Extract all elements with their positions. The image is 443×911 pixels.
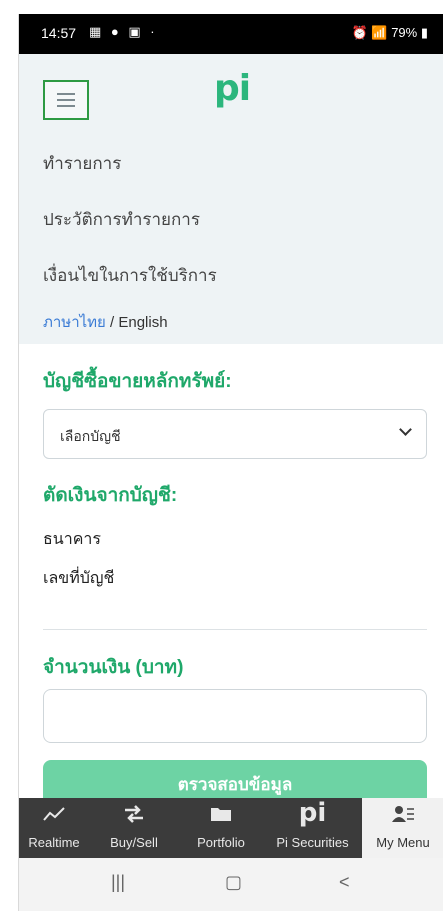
- language-separator: /: [105, 314, 119, 331]
- status-bar: 14:57 ▦ ● ▣ · ⏰ 📶 79% ▮: [19, 14, 443, 54]
- signal-icon: 📶: [371, 25, 388, 40]
- bank-label: ธนาคาร: [43, 531, 101, 548]
- language-english-link[interactable]: English: [118, 314, 167, 331]
- nav-item-portfolio[interactable]: Portfolio: [179, 798, 263, 858]
- language-switcher: ภาษาไทย / English: [43, 310, 168, 334]
- bottom-navigation: Realtime Buy/Sell Portfolio pi Pi Securi…: [19, 798, 443, 858]
- nav-label: My Menu: [376, 835, 430, 850]
- status-right: ⏰ 📶 79% ▮: [352, 25, 428, 41]
- home-icon[interactable]: ▢: [225, 872, 242, 893]
- navigation-menu: pi ทำรายการ ประวัติการทำรายการ เงื่อนไขใ…: [19, 54, 443, 344]
- notification-icons: ▦ ● ▣ ·: [89, 24, 158, 39]
- user-menu-icon: [362, 804, 443, 826]
- nav-item-buy-sell[interactable]: Buy/Sell: [89, 798, 179, 858]
- menu-item-transaction[interactable]: ทำรายการ: [43, 150, 121, 177]
- language-thai-link[interactable]: ภาษาไทย: [43, 314, 106, 331]
- divider: [43, 629, 427, 630]
- phone-screen: 14:57 ▦ ● ▣ · ⏰ 📶 79% ▮ pi ทำรายการ ประว…: [18, 14, 443, 911]
- nav-item-realtime[interactable]: Realtime: [19, 798, 89, 858]
- recent-apps-icon[interactable]: |||: [111, 872, 125, 893]
- menu-item-history[interactable]: ประวัติการทำรายการ: [43, 206, 200, 233]
- debit-section-title: ตัดเงินจากบัญชี:: [43, 485, 178, 506]
- back-icon[interactable]: <: [339, 872, 350, 893]
- battery-icon: ▮: [420, 25, 428, 40]
- chevron-down-icon: [399, 423, 412, 436]
- amount-input[interactable]: [43, 689, 427, 743]
- amount-section-title: จำนวนเงิน (บาท): [43, 657, 184, 678]
- nav-label: Realtime: [28, 835, 80, 850]
- account-number-label: เลขที่บัญชี: [43, 570, 115, 587]
- alarm-icon: ⏰: [351, 25, 368, 40]
- account-section-title: บัญชีซื้อขายหลักทรัพย์:: [43, 371, 232, 392]
- battery-level: 79%: [391, 25, 418, 40]
- nav-item-pi-securities[interactable]: pi Pi Securities: [263, 798, 362, 858]
- pi-logo: pi: [214, 68, 251, 109]
- nav-item-my-menu[interactable]: My Menu: [362, 798, 443, 858]
- pi-logo-icon: pi: [298, 798, 327, 828]
- deposit-form: บัญชีซื้อขายหลักทรัพย์: เลือกบัญชี ตัดเง…: [19, 344, 443, 804]
- nav-label: Buy/Sell: [110, 835, 158, 850]
- status-time: 14:57: [41, 25, 77, 41]
- account-select-value: เลือกบัญชี: [60, 428, 121, 444]
- account-select[interactable]: เลือกบัญชี: [43, 409, 427, 459]
- hamburger-menu-button[interactable]: [43, 80, 89, 120]
- folder-icon: [179, 804, 263, 826]
- menu-item-terms[interactable]: เงื่อนไขในการใช้บริการ: [43, 262, 217, 289]
- system-navigation-bar: ||| ▢ <: [19, 858, 443, 911]
- nav-label: Portfolio: [197, 835, 245, 850]
- exchange-arrows-icon: [89, 804, 179, 826]
- line-chart-icon: [19, 804, 89, 826]
- nav-label: Pi Securities: [276, 835, 349, 850]
